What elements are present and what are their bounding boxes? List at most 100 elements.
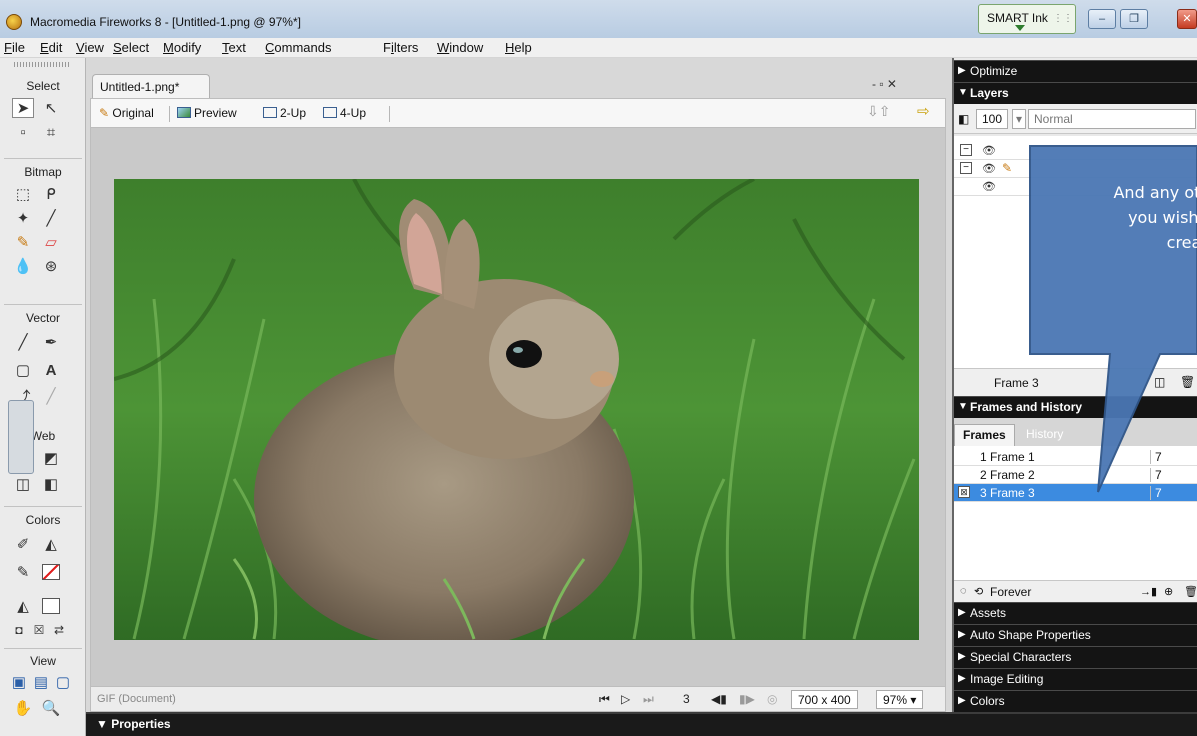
special-characters-panel-header[interactable]: ▶ Special Characters (954, 646, 1197, 668)
scale-tool-icon[interactable]: ▫ (12, 122, 34, 142)
view-original-button[interactable]: ✎ Original (99, 106, 154, 120)
swap-colors-icon[interactable]: ⇄ (48, 620, 70, 640)
collapse-layer-icon[interactable]: − (960, 162, 972, 174)
standard-screen-mode-icon[interactable]: ▣ (8, 672, 30, 692)
layer-row[interactable]: − 👁 ✎ (954, 160, 1197, 178)
next-frame-button[interactable]: ▮▶ (739, 692, 755, 706)
view-4up-button[interactable]: 4-Up (323, 106, 366, 120)
frame-delay[interactable]: 7 (1150, 450, 1162, 464)
line-tool-icon[interactable]: ╱ (12, 332, 34, 352)
menu-filters[interactable]: Filters (383, 40, 418, 55)
menu-modify[interactable]: Modify (163, 40, 201, 55)
full-screen-mode-icon[interactable]: ▢ (52, 672, 74, 692)
stop-button[interactable]: ◎ (767, 692, 777, 706)
subselection-tool-icon[interactable]: ↖ (40, 98, 62, 118)
full-screen-menus-mode-icon[interactable]: ▤ (30, 672, 52, 692)
menu-window[interactable]: Window (437, 40, 483, 55)
knife-tool-icon[interactable]: ╱ (40, 386, 62, 406)
add-frame-icon[interactable]: ⊕ (1164, 585, 1173, 598)
zoom-level-select[interactable]: 97% ▾ (876, 690, 924, 709)
zoom-tool-icon[interactable]: 🔍 (40, 698, 62, 718)
canvas-size-display[interactable]: 700 x 400 (791, 690, 858, 709)
smart-ink-dropdown-icon[interactable] (1015, 25, 1025, 31)
menu-help[interactable]: Help (505, 40, 532, 55)
optimize-panel-header[interactable]: ▶ Optimize (954, 60, 1197, 82)
frame-checkbox[interactable]: ⊠ (958, 486, 970, 498)
lasso-tool-icon[interactable]: ᑭ (40, 184, 62, 204)
restore-button[interactable]: ❐ (1120, 9, 1148, 29)
auto-shape-panel-header[interactable]: ▶ Auto Shape Properties (954, 624, 1197, 646)
show-slices-icon[interactable]: ◧ (40, 474, 62, 494)
loop-icon[interactable]: ⟲ (974, 585, 983, 598)
stroke-color-swatch[interactable] (42, 564, 60, 580)
fill-color-swatch[interactable] (42, 598, 60, 614)
hide-slices-icon[interactable]: ◫ (12, 474, 34, 494)
panel-collapse-handle[interactable] (8, 400, 34, 474)
frame-delay[interactable]: 7 (1150, 486, 1162, 500)
previous-frame-button[interactable]: ◀▮ (711, 692, 727, 706)
quick-export-icon[interactable]: ⇩⇧ (867, 103, 890, 120)
eye-icon[interactable]: 👁 (982, 144, 996, 157)
view-preview-button[interactable]: Preview (177, 106, 237, 120)
eye-icon[interactable]: 👁 (982, 162, 996, 175)
menu-commands[interactable]: Commands (265, 40, 331, 55)
pointer-tool-icon[interactable]: ➤ (12, 98, 34, 118)
marquee-tool-icon[interactable]: ⬚ (12, 184, 34, 204)
rectangle-tool-icon[interactable]: ▢ (12, 360, 34, 380)
eyedropper-tool-icon[interactable]: ✐ (12, 534, 34, 554)
pencil-tool-icon[interactable]: ✎ (12, 232, 34, 252)
menu-text[interactable]: Text (222, 40, 246, 55)
slice-tool-icon[interactable]: ◩ (40, 448, 62, 468)
quick-export-arrow-icon[interactable]: ⇨ (917, 102, 930, 120)
stroke-color-icon[interactable]: ✎ (12, 562, 34, 582)
paint-bucket-tool-icon[interactable]: ◭ (40, 534, 62, 554)
crop-tool-icon[interactable]: ⌗ (40, 122, 62, 142)
fireworks-app-icon[interactable] (6, 14, 22, 30)
menu-view[interactable]: View (76, 40, 104, 55)
pen-tool-icon[interactable]: ✒ (40, 332, 62, 352)
menu-select[interactable]: Select (113, 40, 149, 55)
frames-history-panel-header[interactable]: ▼ Frames and History (954, 396, 1197, 418)
no-color-icon[interactable]: ☒ (28, 620, 50, 640)
tab-history[interactable]: History (1018, 424, 1071, 446)
collapse-layer-icon[interactable]: − (960, 144, 972, 156)
first-frame-button[interactable]: ⏮ (599, 692, 610, 707)
new-layer-icon[interactable]: ◫ (1154, 375, 1165, 389)
hand-tool-icon[interactable]: ✋ (12, 698, 34, 718)
rubber-stamp-tool-icon[interactable]: ⊛ (40, 256, 62, 276)
eraser-tool-icon[interactable]: ▱ (40, 232, 62, 252)
layers-current-frame[interactable]: Frame 3 (994, 376, 1039, 390)
rabbit-photo[interactable] (114, 179, 919, 640)
assets-panel-header[interactable]: ▶ Assets (954, 602, 1197, 624)
distribute-to-frames-icon[interactable]: →▮ (1140, 585, 1157, 598)
frame-row-selected[interactable]: ⊠ 3 Frame 3 7 (954, 484, 1197, 502)
colors-panel-header[interactable]: ▶ Colors (954, 690, 1197, 712)
frame-delay[interactable]: 7 (1150, 468, 1162, 482)
blend-mode-select[interactable]: Normal (1028, 109, 1196, 129)
layer-row[interactable]: − 👁 (954, 142, 1197, 160)
frame-row[interactable]: 1 Frame 1 7 (954, 448, 1197, 466)
play-button[interactable]: ▷ (621, 692, 630, 706)
layers-panel-header[interactable]: ▼ Layers (954, 82, 1197, 104)
onion-skin-icon[interactable]: ◌ (960, 585, 967, 597)
eye-icon[interactable]: 👁 (982, 180, 996, 193)
document-window-controls[interactable]: - ▫ ✕ (872, 77, 897, 91)
properties-panel-header[interactable]: ▼ Properties (86, 712, 1197, 736)
last-frame-button[interactable]: ⏭ (643, 692, 654, 707)
trash-icon[interactable]: 🗑 (1184, 585, 1197, 598)
loop-setting[interactable]: Forever (990, 585, 1031, 599)
tab-frames[interactable]: Frames (954, 424, 1015, 446)
fill-color-icon[interactable]: ◭ (12, 596, 34, 616)
view-2up-button[interactable]: 2-Up (263, 106, 306, 120)
minimize-button[interactable]: – (1088, 9, 1116, 29)
image-editing-panel-header[interactable]: ▶ Image Editing (954, 668, 1197, 690)
brush-tool-icon[interactable]: ╱ (40, 208, 62, 228)
blur-tool-icon[interactable]: 💧 (12, 256, 34, 276)
frame-row[interactable]: 2 Frame 2 7 (954, 466, 1197, 484)
text-tool-icon[interactable]: A (40, 360, 62, 380)
grip-icon[interactable]: ⋮⋮ (1053, 13, 1073, 24)
opacity-slider-icon[interactable]: ▾ (1012, 109, 1027, 129)
menu-edit[interactable]: Edit (40, 40, 62, 55)
magic-wand-tool-icon[interactable]: ✦ (12, 208, 34, 228)
smart-ink-toolbar[interactable]: SMART Ink ⋮⋮ (978, 4, 1076, 34)
